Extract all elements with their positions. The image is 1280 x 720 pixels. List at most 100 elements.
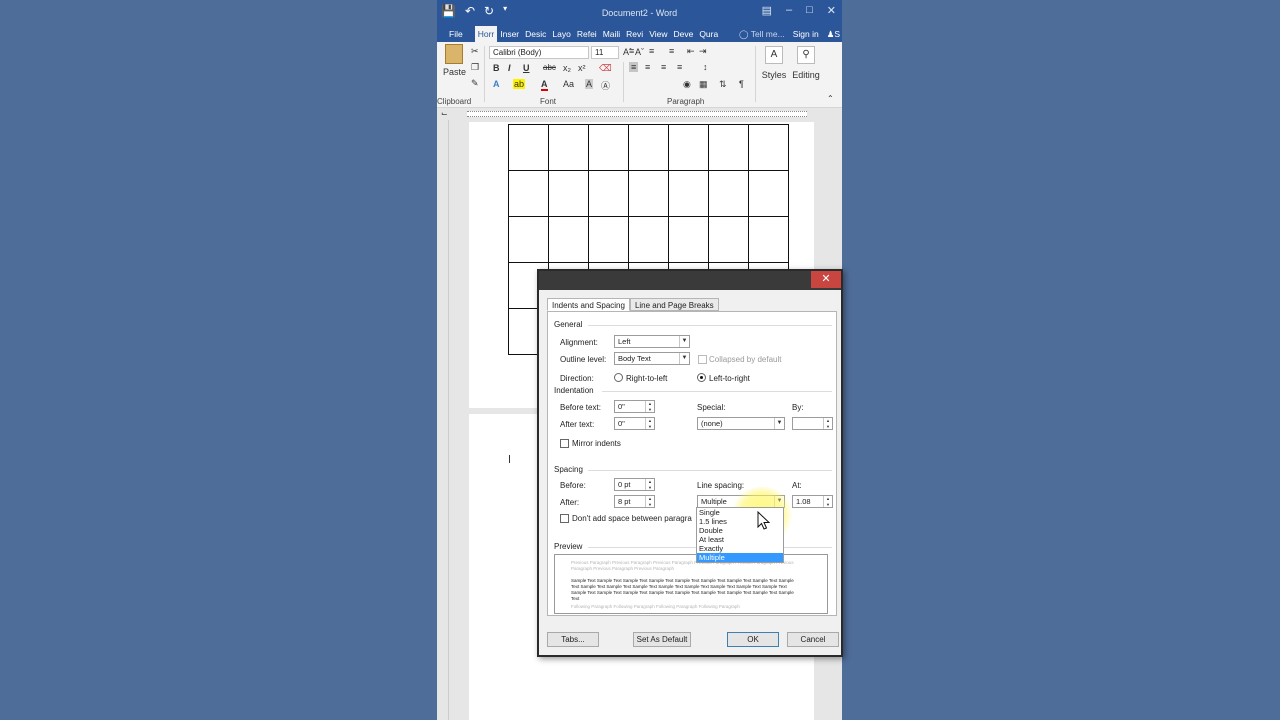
lightbulb-icon: ◯ xyxy=(738,28,749,39)
share-button[interactable]: ♟S xyxy=(827,29,840,40)
highlight-color-icon[interactable]: ab xyxy=(513,79,526,89)
format-painter-icon[interactable]: ✎ xyxy=(471,78,479,89)
before-text-spinner[interactable]: 0" ▲ ▼ xyxy=(614,400,655,413)
cut-icon[interactable]: ✂ xyxy=(471,46,479,57)
outline-level-label: Outline level: xyxy=(560,355,607,364)
clear-formatting-icon[interactable]: ⌫ xyxy=(599,63,612,74)
at-spinner[interactable]: 1.08 ▲ ▼ xyxy=(792,495,833,508)
strikethrough-button[interactable]: abc xyxy=(543,63,556,72)
multilevel-list-icon[interactable]: ≡ xyxy=(669,46,674,56)
tab-layout[interactable]: Layo xyxy=(549,26,573,42)
indents-spacing-panel: General Alignment: Left ▼ Outline level: … xyxy=(547,311,837,616)
mirror-indents-label[interactable]: Mirror indents xyxy=(572,439,621,448)
group-label-clipboard: Clipboard xyxy=(437,97,472,106)
bullets-icon[interactable]: ≡ xyxy=(629,46,634,56)
spacing-after-spinner[interactable]: 8 pt ▲ ▼ xyxy=(614,495,655,508)
spinner-arrows-icon[interactable]: ▲ ▼ xyxy=(645,401,654,412)
italic-button[interactable]: I xyxy=(508,63,511,73)
superscript-button[interactable]: x² xyxy=(578,63,586,73)
set-as-default-button[interactable]: Set As Default xyxy=(633,632,691,647)
clipboard-icon xyxy=(445,44,463,64)
decrease-indent-icon[interactable]: ⇤ xyxy=(687,46,695,57)
underline-button[interactable]: U xyxy=(523,63,530,73)
dialog-close-button[interactable]: ✕ xyxy=(811,271,841,288)
subscript-button[interactable]: x₂ xyxy=(563,63,571,73)
tab-line-and-page-breaks[interactable]: Line and Page Breaks xyxy=(629,298,719,311)
tab-review[interactable]: Revi xyxy=(623,26,646,42)
line-spacing-icon[interactable]: ↕ xyxy=(703,62,708,72)
ltr-radio[interactable] xyxy=(697,373,706,382)
enclose-char-icon[interactable]: Ⓐ xyxy=(601,79,610,92)
styles-button[interactable]: A Styles xyxy=(761,46,787,80)
tab-mailings[interactable]: Maili xyxy=(600,26,623,42)
tabs-button[interactable]: Tabs... xyxy=(547,632,599,647)
option-multiple[interactable]: Multiple xyxy=(697,553,783,562)
bold-button[interactable]: B xyxy=(493,63,500,73)
ok-button[interactable]: OK xyxy=(727,632,779,647)
spinner-arrows-icon[interactable]: ▲ ▼ xyxy=(645,496,654,507)
collapse-ribbon-icon[interactable]: ⌃ xyxy=(827,94,834,103)
mirror-indents-checkbox[interactable] xyxy=(560,439,569,448)
dont-add-space-label[interactable]: Don't add space between paragra xyxy=(572,514,692,523)
close-icon[interactable]: ✕ xyxy=(827,4,836,17)
spinner-arrows-icon[interactable]: ▲ ▼ xyxy=(645,479,654,490)
maximize-icon[interactable]: □ xyxy=(806,4,813,17)
general-heading: General xyxy=(554,320,583,329)
tell-me-box[interactable]: ◯ Tell me... xyxy=(739,29,785,40)
change-case-icon[interactable]: Aa xyxy=(563,79,574,89)
tab-indents-and-spacing[interactable]: Indents and Spacing xyxy=(547,298,630,311)
editing-button[interactable]: ⚲ Editing xyxy=(791,46,821,80)
justify-icon[interactable]: ≡ xyxy=(677,62,682,72)
cancel-button[interactable]: Cancel xyxy=(787,632,839,647)
minimize-icon[interactable]: – xyxy=(786,4,792,17)
copy-icon[interactable]: ❐ xyxy=(471,62,479,73)
tab-view[interactable]: View xyxy=(646,26,670,42)
shrink-font-icon[interactable]: Aˇ xyxy=(635,47,644,57)
spacing-before-label: Before: xyxy=(560,481,586,490)
dont-add-space-checkbox[interactable] xyxy=(560,514,569,523)
align-right-icon[interactable]: ≡ xyxy=(661,62,666,72)
tab-developer[interactable]: Deve xyxy=(670,26,696,42)
tab-file[interactable]: File xyxy=(437,26,475,42)
tab-references[interactable]: Refei xyxy=(574,26,600,42)
font-name-box[interactable]: Calibri (Body) xyxy=(489,46,589,59)
text-cursor xyxy=(509,455,510,463)
tab-selector-icon[interactable]: ⌙ xyxy=(441,109,448,118)
tab-insert[interactable]: Inser xyxy=(497,26,522,42)
spinner-arrows-icon[interactable]: ▲ ▼ xyxy=(823,496,832,507)
rtl-radio[interactable] xyxy=(614,373,623,382)
outline-level-select[interactable]: Body Text ▼ xyxy=(614,352,690,365)
text-effects-icon[interactable]: A xyxy=(493,79,500,89)
shading-icon[interactable]: ◉ xyxy=(683,79,691,90)
ltr-label[interactable]: Left-to-right xyxy=(709,374,750,383)
by-spinner[interactable]: ▲ ▼ xyxy=(792,417,833,430)
direction-label: Direction: xyxy=(560,374,594,383)
sort-icon[interactable]: ⇅ xyxy=(719,79,727,90)
char-shading-icon[interactable]: A xyxy=(585,79,594,89)
rtl-label[interactable]: Right-to-left xyxy=(626,374,667,383)
spinner-arrows-icon[interactable]: ▲ ▼ xyxy=(645,418,654,429)
numbering-icon[interactable]: ≡ xyxy=(649,46,654,56)
spinner-arrows-icon[interactable]: ▲ ▼ xyxy=(823,418,832,429)
special-select[interactable]: (none) ▼ xyxy=(697,417,785,430)
ribbon-options-icon[interactable]: ▤ xyxy=(762,4,772,17)
sign-in-link[interactable]: Sign in xyxy=(793,29,819,40)
font-size-box[interactable]: 11 xyxy=(591,46,619,59)
option-at-least[interactable]: At least xyxy=(697,535,783,544)
option-exactly[interactable]: Exactly xyxy=(697,544,783,553)
align-left-icon[interactable]: ≡ xyxy=(629,62,639,72)
spacing-before-spinner[interactable]: 0 pt ▲ ▼ xyxy=(614,478,655,491)
at-label: At: xyxy=(792,481,802,490)
align-center-icon[interactable]: ≡ xyxy=(645,62,650,72)
tab-design[interactable]: Desic xyxy=(522,26,549,42)
after-text-spinner[interactable]: 0" ▲ ▼ xyxy=(614,417,655,430)
tab-home[interactable]: Horr xyxy=(474,26,498,42)
font-color-icon[interactable]: A xyxy=(541,79,548,91)
borders-icon[interactable]: ▦ xyxy=(699,79,708,90)
tab-qura[interactable]: Qura xyxy=(696,26,721,42)
show-marks-icon[interactable]: ¶ xyxy=(739,79,744,89)
paste-button[interactable]: Paste xyxy=(443,44,466,77)
alignment-select[interactable]: Left ▼ xyxy=(614,335,690,348)
increase-indent-icon[interactable]: ⇥ xyxy=(699,46,707,57)
by-label: By: xyxy=(792,403,804,412)
